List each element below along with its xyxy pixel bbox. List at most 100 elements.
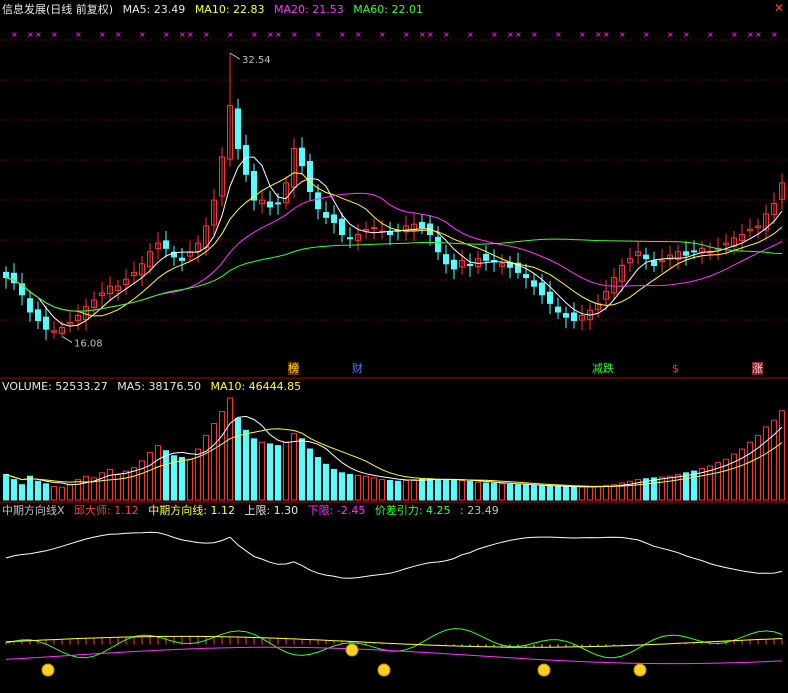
low-price-label: 16.08 [74, 338, 103, 349]
candle-down [523, 274, 529, 279]
volume-bar-up [59, 486, 65, 501]
signal-marker: × [275, 30, 282, 39]
volume-bar-up [291, 433, 297, 501]
volume-bar-down [323, 463, 329, 501]
candle-down [163, 240, 169, 249]
volume-bar-up [131, 467, 137, 501]
candle-down [235, 108, 241, 149]
volume-bar-up [587, 486, 593, 501]
smiley-icon [41, 663, 55, 677]
ma20-line [5, 192, 783, 312]
volume-bar-up [475, 481, 481, 501]
signal-marker: × [139, 30, 146, 39]
signal-marker: × [179, 30, 186, 39]
candle-down [267, 201, 273, 208]
signal-marker: × [115, 30, 122, 39]
candle-down [275, 202, 281, 205]
candle-down [435, 236, 441, 253]
candle-down [443, 254, 449, 265]
candle-down [571, 312, 577, 322]
candle-down [35, 309, 41, 322]
smiley-icon [377, 663, 391, 677]
candle-down [643, 254, 649, 260]
volume-bar-down [267, 443, 273, 501]
volume-bar-down [491, 482, 497, 501]
smiley-icon [537, 663, 551, 677]
signal-marker: × [771, 30, 778, 39]
volume-bar-up [747, 441, 753, 501]
volume-bar-down [339, 472, 345, 501]
event-marker[interactable]: 榜 [288, 362, 299, 375]
signal-marker: × [507, 30, 514, 39]
candle-down [339, 218, 345, 236]
volume-bar-down [251, 438, 257, 501]
signal-marker: × [291, 30, 298, 39]
price-panel-header: 信息发展(日线 前复权) MA5: 23.49 MA10: 22.83 MA20… [2, 3, 429, 16]
volume-ma10-line [5, 428, 783, 487]
volume-bar-up [283, 441, 289, 501]
signal-marker: × [595, 30, 602, 39]
signal-marker: × [419, 30, 426, 39]
candle-down [27, 298, 33, 313]
high-price-label-leader [229, 52, 241, 60]
close-icon[interactable]: ✕ [774, 1, 784, 15]
volume-bar-up [379, 479, 385, 501]
signal-marker: × [491, 30, 498, 39]
signal-marker: × [643, 30, 650, 39]
signal-marker: × [251, 30, 258, 39]
ma10-line [5, 172, 783, 317]
volume-bar-down [19, 484, 25, 501]
candle-down [323, 212, 329, 218]
event-marker[interactable]: 减跌 [592, 362, 614, 375]
signal-marker: × [747, 30, 754, 39]
volume-bar-up [187, 458, 193, 501]
event-marker[interactable]: 涨 [752, 362, 763, 375]
legend-mid: 中期方向线: 1.12 [148, 504, 235, 517]
candle-down [307, 160, 313, 192]
smiley-icon [633, 663, 647, 677]
volume-bar-down [331, 468, 337, 501]
signal-marker: × [203, 30, 210, 39]
candle-down [483, 253, 489, 261]
volume-bar-up [403, 479, 409, 501]
volume-bar-down [651, 477, 657, 501]
volume-bar-down [3, 474, 9, 501]
volume-bar-up [459, 479, 465, 501]
volume-bar-up [603, 485, 609, 501]
ma60-line [5, 238, 783, 312]
volume-bar-down [315, 457, 321, 501]
signal-marker: × [355, 30, 362, 39]
legend-gravity: 价差引力: 4.25 [374, 504, 451, 517]
signal-marker: × [707, 30, 714, 39]
stock-chart[interactable]: 32.5416.08× × × × × × × × × × × × × × × × × × × × × × × × × × × × × ×… [0, 0, 788, 693]
event-marker[interactable]: $ [672, 362, 679, 375]
legend-extra: : 23.49 [460, 504, 499, 517]
volume-bar-up [139, 460, 145, 501]
volume-bar-down [307, 448, 313, 501]
volume-bar-up [355, 474, 361, 501]
volume-bar-down [419, 478, 425, 501]
volume-bar-down [555, 486, 561, 501]
candle-down [691, 250, 697, 253]
candle-up [371, 227, 377, 230]
volume-bar-up [659, 476, 665, 501]
volume-bar-down [539, 485, 545, 501]
volume-bar-up [99, 472, 105, 501]
indicator-name: 中期方向线X [2, 504, 65, 517]
signal-marker: × [683, 30, 690, 39]
volume-bar-up [675, 474, 681, 501]
candle-down [451, 259, 457, 270]
volume-bar-down [483, 482, 489, 501]
volume-bar-down [163, 450, 169, 501]
event-marker[interactable]: 财 [352, 362, 363, 375]
stock-title: 信息发展(日线 前复权) [2, 3, 114, 16]
volume-bar-up [763, 426, 769, 501]
candle-down [419, 221, 425, 229]
signal-marker: × [619, 30, 626, 39]
volume-bar-up [259, 441, 265, 501]
volume-bar-down [275, 445, 281, 501]
candle-down [43, 316, 49, 330]
volume-bar-up [779, 410, 785, 501]
volume-bar-up [755, 434, 761, 501]
low-price-label-leader [61, 335, 73, 343]
